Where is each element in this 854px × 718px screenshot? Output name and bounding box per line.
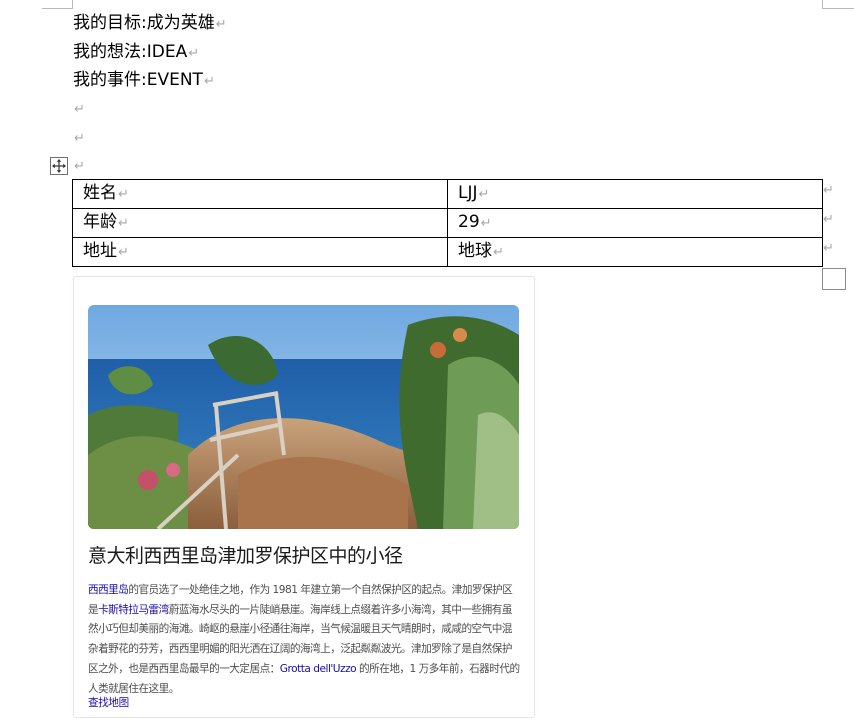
- card-description: 西西里岛的官员选了一处绝佳之地，作为 1981 年建立第一个自然保护区的起点。津…: [88, 584, 520, 695]
- paragraph-mark: ↵: [203, 74, 215, 89]
- table-cell-age-value[interactable]: 29↵: [447, 208, 823, 238]
- pasted-image-card[interactable]: 意大利西西里岛津加罗保护区中的小径 西西里岛的官员选了一处绝佳之地，作为 198…: [73, 276, 535, 718]
- paragraph-event[interactable]: 我的事件:EVENT↵: [73, 70, 215, 92]
- card-title: 意大利西西里岛津加罗保护区中的小径: [88, 545, 403, 567]
- page-corner-top-right: [822, 0, 854, 9]
- paragraph-idea-text: 我的想法:IDEA: [73, 42, 188, 62]
- paragraph-goal-text: 我的目标:成为英雄: [73, 13, 215, 33]
- table-move-handle-icon[interactable]: [50, 157, 68, 175]
- table-cell-name-label[interactable]: 姓名↵: [72, 179, 448, 209]
- link-sicily[interactable]: 西西里岛: [88, 584, 129, 596]
- paragraph-mark: ↵: [74, 102, 85, 117]
- table-cell-address-label[interactable]: 地址↵: [72, 237, 448, 267]
- find-map-link[interactable]: 查找地图: [88, 695, 129, 710]
- empty-paragraph[interactable]: ↵: [73, 155, 85, 177]
- row-end-mark: ↵: [823, 241, 834, 256]
- table-cell-name-value[interactable]: LJJ↵: [447, 179, 823, 209]
- empty-paragraph[interactable]: ↵: [73, 98, 85, 120]
- paragraph-idea[interactable]: 我的想法:IDEA↵: [73, 42, 199, 64]
- paragraph-mark: ↵: [74, 131, 85, 146]
- link-grotta-delluzzo[interactable]: Grotta dell'Uzzo: [280, 663, 357, 675]
- empty-paragraph[interactable]: ↵: [73, 127, 85, 149]
- info-table: 姓名↵ LJJ↵ 年龄↵ 29↵ 地址↵ 地球↵: [72, 179, 823, 267]
- table-row: 地址↵ 地球↵: [72, 237, 823, 267]
- paragraph-event-text: 我的事件:EVENT: [73, 70, 203, 90]
- table-resize-handle[interactable]: [822, 268, 846, 290]
- paragraph-mark: ↵: [188, 46, 200, 61]
- row-end-mark: ↵: [823, 183, 834, 198]
- page-corner-top-left: [42, 0, 73, 9]
- table-cell-age-label[interactable]: 年龄↵: [72, 208, 448, 238]
- table-row: 姓名↵ LJJ↵: [72, 179, 823, 209]
- paragraph-mark: ↵: [74, 159, 85, 174]
- paragraph-mark: ↵: [215, 17, 227, 32]
- table-row: 年龄↵ 29↵: [72, 208, 823, 238]
- link-castellammare[interactable]: 卡斯特拉马雷湾: [98, 604, 169, 616]
- paragraph-goal[interactable]: 我的目标:成为英雄↵: [73, 13, 227, 35]
- row-end-mark: ↵: [823, 212, 834, 227]
- landscape-photo: [88, 305, 519, 529]
- table-cell-address-value[interactable]: 地球↵: [447, 237, 823, 267]
